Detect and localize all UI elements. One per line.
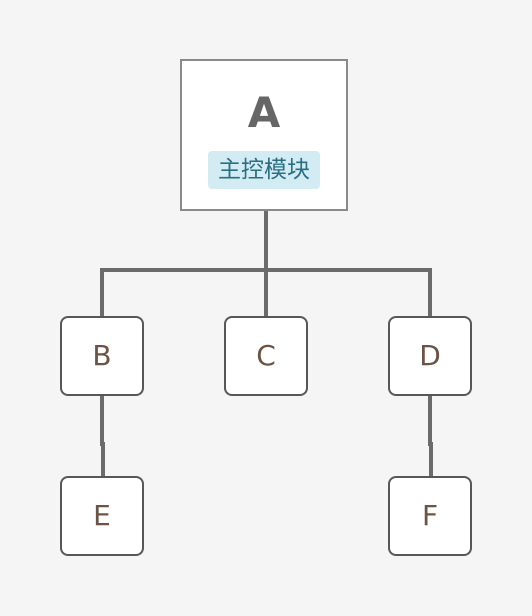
connector-d-to-f	[428, 394, 433, 478]
node-a[interactable]: A 主控模块	[180, 59, 348, 211]
node-b[interactable]: B	[60, 316, 144, 396]
node-e-label: E	[93, 499, 111, 532]
node-c-label: C	[256, 339, 276, 372]
node-a-title: A	[247, 88, 281, 137]
connector-a-to-children	[100, 211, 432, 318]
node-d-label: D	[419, 339, 441, 372]
node-f-label: F	[421, 499, 439, 532]
node-b-label: B	[92, 339, 112, 372]
node-d[interactable]: D	[388, 316, 472, 396]
node-c[interactable]: C	[224, 316, 308, 396]
node-f[interactable]: F	[388, 476, 472, 556]
node-e[interactable]: E	[60, 476, 144, 556]
node-a-tag: 主控模块	[208, 151, 320, 189]
connector-b-to-e	[100, 394, 105, 478]
